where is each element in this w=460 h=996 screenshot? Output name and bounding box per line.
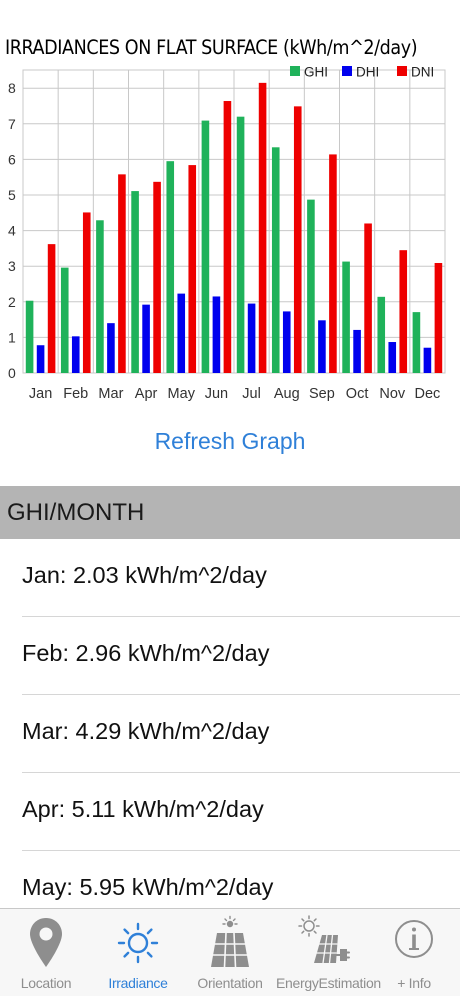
bar-ghi-jul — [236, 116, 245, 374]
bar-dhi-dec — [423, 347, 432, 373]
bar-dhi-nov — [388, 342, 397, 373]
bar-dni-nov — [399, 250, 408, 373]
bar-dni-apr — [153, 181, 161, 373]
solar-panel-plug-icon — [298, 915, 350, 964]
bar-ghi-nov — [377, 296, 386, 373]
refresh-graph-button[interactable]: Refresh Graph — [0, 428, 460, 455]
y-tick-label: 8 — [8, 80, 16, 96]
bar-dhi-apr — [142, 304, 150, 373]
bar-dhi-mar — [107, 323, 115, 373]
y-tick-label: 5 — [8, 187, 16, 203]
x-tick-label: Aug — [274, 386, 300, 402]
bar-dni-may — [188, 165, 197, 373]
list-item-jan[interactable]: Jan: 2.03 kWh/m^2/day — [0, 539, 460, 616]
y-tick-label: 3 — [8, 258, 16, 274]
bar-dni-dec — [434, 262, 443, 373]
legend-swatch-dni — [397, 66, 407, 76]
x-tick-label: Mar — [98, 386, 123, 402]
legend-swatch-ghi — [290, 66, 300, 76]
tab-label: + Info — [397, 975, 431, 991]
y-tick-label: 7 — [8, 116, 16, 132]
legend-label-ghi: GHI — [304, 65, 328, 80]
legend-swatch-dhi — [342, 66, 352, 76]
x-tick-label: Oct — [346, 386, 369, 402]
x-tick-label: May — [168, 386, 196, 402]
x-tick-label: Feb — [63, 386, 88, 402]
x-tick-label: Jul — [242, 386, 261, 402]
bar-dhi-oct — [353, 329, 361, 373]
bar-dni-feb — [82, 212, 91, 373]
tab-label: Orientation — [197, 975, 263, 991]
bar-ghi-oct — [342, 261, 350, 373]
tab-irradiance[interactable]: Irradiance — [92, 909, 184, 996]
legend-label-dni: DNI — [411, 65, 434, 80]
y-tick-label: 1 — [8, 329, 16, 345]
tab-info[interactable]: + Info — [368, 909, 460, 996]
bar-dhi-may — [177, 293, 186, 373]
tab-bar: Location Irradiance Orientation EnergyEs… — [0, 908, 460, 996]
bar-ghi-aug — [271, 147, 280, 373]
bar-dhi-aug — [282, 311, 291, 373]
list-item-mar[interactable]: Mar: 4.29 kWh/m^2/day — [0, 695, 460, 772]
bar-dhi-jul — [247, 303, 256, 373]
x-tick-label: Dec — [415, 386, 441, 402]
info-icon — [395, 920, 433, 958]
bar-dhi-jan — [36, 345, 45, 373]
location-pin-icon — [30, 918, 62, 967]
y-tick-label: 4 — [8, 223, 16, 239]
bar-dni-jul — [258, 82, 267, 374]
bar-dni-sep — [329, 154, 337, 373]
y-tick-label: 2 — [8, 294, 16, 310]
bar-dni-oct — [364, 223, 372, 373]
ghi-month-list: Jan: 2.03 kWh/m^2/day Feb: 2.96 kWh/m^2/… — [0, 539, 460, 928]
y-tick-label: 0 — [8, 365, 16, 381]
bar-ghi-may — [166, 161, 175, 373]
x-tick-label: Jun — [205, 386, 228, 402]
tab-energy-estimation[interactable]: EnergyEstimation — [276, 909, 381, 996]
solar-panel-icon — [210, 915, 249, 968]
bar-dhi-feb — [71, 336, 80, 373]
bar-ghi-dec — [412, 312, 421, 373]
x-tick-label: Jan — [29, 386, 52, 402]
bar-ghi-jan — [25, 300, 34, 373]
tab-label: Location — [20, 975, 72, 991]
bar-ghi-feb — [60, 267, 69, 373]
section-header: GHI/MONTH — [0, 486, 460, 539]
bar-dni-jan — [47, 244, 56, 373]
sun-icon — [117, 922, 159, 964]
bar-dni-aug — [293, 106, 302, 373]
x-tick-label: Nov — [379, 386, 406, 402]
tab-orientation[interactable]: Orientation — [184, 909, 276, 996]
bar-dhi-sep — [318, 320, 326, 373]
bar-dni-mar — [118, 174, 126, 373]
y-tick-label: 6 — [8, 151, 16, 167]
bar-ghi-jun — [201, 120, 210, 373]
tab-location[interactable]: Location — [0, 909, 92, 996]
legend-label-dhi: DHI — [356, 65, 379, 80]
irradiance-bar-chart: 0 1 2 3 4 5 6 7 8 Jan Feb Mar Apr May Jun Jul Aug Sep Oct N… — [8, 65, 446, 402]
list-item-apr[interactable]: Apr: 5.11 kWh/m^2/day — [0, 773, 460, 850]
tab-label: Irradiance — [108, 975, 168, 991]
list-item-feb[interactable]: Feb: 2.96 kWh/m^2/day — [0, 617, 460, 694]
bar-ghi-sep — [307, 199, 315, 373]
bar-ghi-apr — [131, 191, 139, 373]
bar-dhi-jun — [212, 296, 221, 373]
tab-label: EnergyEstimation — [276, 975, 381, 991]
x-tick-label: Sep — [309, 386, 335, 402]
x-tick-label: Apr — [135, 386, 158, 402]
bar-dni-jun — [223, 101, 232, 374]
bar-ghi-mar — [96, 220, 104, 373]
